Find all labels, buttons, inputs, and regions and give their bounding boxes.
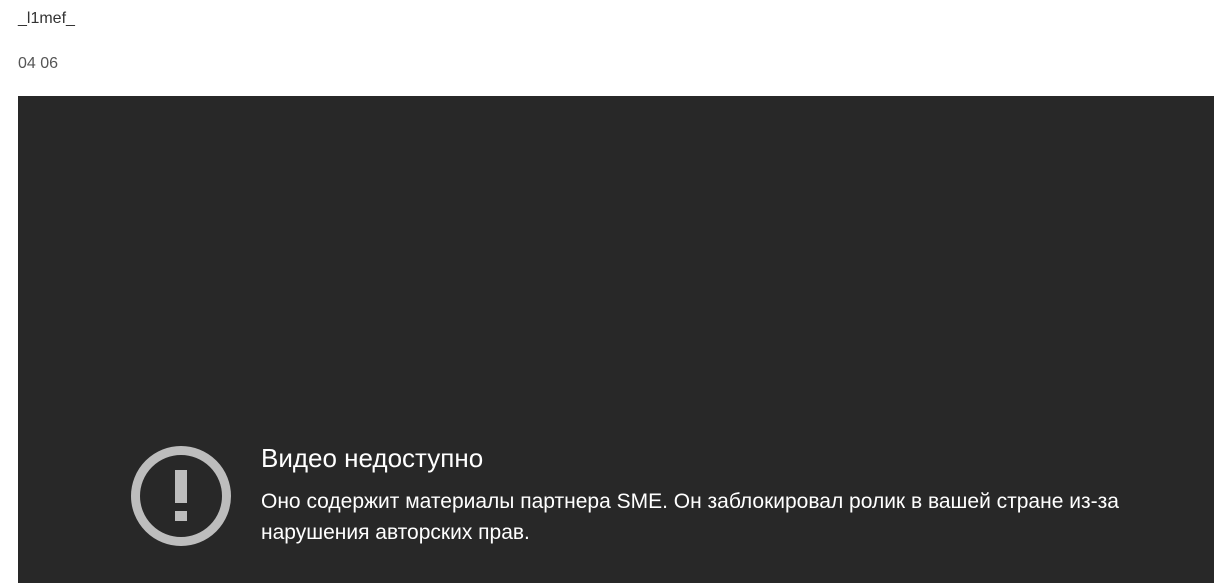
post-date: 04 06 xyxy=(18,55,59,72)
video-player[interactable]: Видео недоступно Оно содержит материалы … xyxy=(18,96,1214,583)
error-message: Оно содержит материалы партнера SME. Он … xyxy=(261,490,1119,544)
post-title: _l1mef_ xyxy=(18,10,75,27)
error-heading: Видео недоступно xyxy=(261,443,484,473)
exclamation-circle-icon xyxy=(130,445,232,547)
